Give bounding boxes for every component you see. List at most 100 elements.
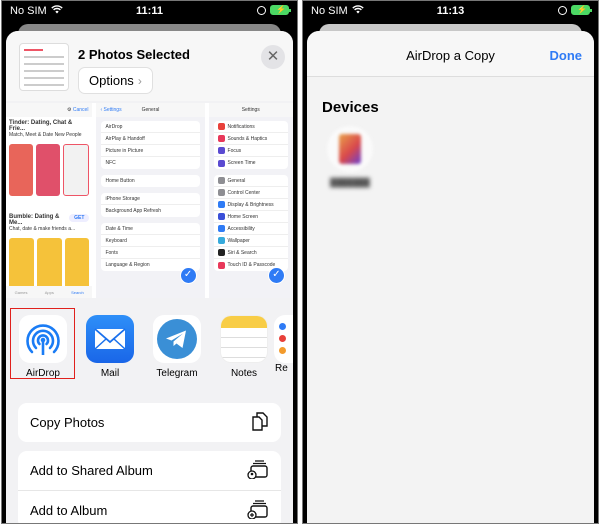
preview-general-settings-screenshot[interactable]: ‹ Settings General AirDrop AirPlay & Hando… xyxy=(96,103,205,298)
nav-title: General xyxy=(141,107,160,113)
settings-app-icon xyxy=(217,213,225,220)
share-apps-row: AirDrop Mail Telegram Notes Re xyxy=(6,299,293,399)
app-listing: GET Bumble: Dating & Me... Chat, date & ma… xyxy=(6,211,92,235)
settings-row-label: Focus xyxy=(227,147,242,154)
action-add-to-shared-album[interactable]: Add to Shared Album xyxy=(18,451,281,490)
selected-check-icon: ✓ xyxy=(179,267,197,284)
settings-group: General Control Center Display & Brightnes… xyxy=(213,175,288,271)
options-button[interactable]: Options › xyxy=(78,67,153,94)
settings-row: NFC xyxy=(105,160,116,166)
action-label: Add to Album xyxy=(30,502,108,518)
settings-app-icon xyxy=(217,147,225,154)
airdrop-device[interactable]: ███████ xyxy=(325,126,375,187)
settings-row: Home Screen xyxy=(213,211,288,223)
app-label: Re xyxy=(275,363,288,374)
settings-row: Date & Time xyxy=(101,223,200,235)
status-bar: No SIM 11:13 ⚡ xyxy=(303,1,598,23)
settings-row-label: Screen Time xyxy=(227,160,256,166)
settings-group: AirDrop AirPlay & Handoff Picture in Pictu… xyxy=(101,121,200,169)
app-subtitle: Chat, date & make friends a... xyxy=(9,226,76,232)
share-app-notes[interactable]: Notes xyxy=(214,315,274,379)
close-button[interactable]: ✕ xyxy=(261,45,285,69)
orientation-lock-icon xyxy=(558,5,567,15)
selected-check-icon: ✓ xyxy=(268,267,285,284)
tab-label: Apps xyxy=(44,289,54,295)
chevron-right-icon: › xyxy=(137,73,142,88)
app-name: Tinder: Dating, Chat & Frie... xyxy=(9,120,73,132)
settings-app-icon xyxy=(217,201,225,208)
tab-label: Search xyxy=(71,289,84,295)
settings-row-label: Siri & Search xyxy=(227,249,257,256)
action-group-copy: Copy Photos xyxy=(18,403,281,442)
settings-group: Date & Time Keyboard Fonts Language & Regio… xyxy=(101,223,200,271)
settings-row: Display & Brightness xyxy=(213,199,288,211)
app-label: Mail xyxy=(100,368,120,379)
settings-group: Notifications Sounds & Haptics Focus Screen… xyxy=(213,121,288,169)
mail-icon xyxy=(86,315,134,363)
app-label: Notes xyxy=(230,368,258,379)
settings-row: AirPlay & Handoff xyxy=(101,133,200,145)
action-add-to-album[interactable]: Add to Album xyxy=(18,490,281,523)
settings-row-label: Wallpaper xyxy=(227,237,250,244)
clock: 11:11 xyxy=(136,5,163,17)
settings-row: Background App Refresh xyxy=(105,208,162,214)
app-label: AirDrop xyxy=(26,368,60,379)
settings-row: AirDrop xyxy=(101,121,200,133)
done-button[interactable]: Done xyxy=(550,48,583,63)
settings-row: Keyboard xyxy=(101,235,200,247)
battery-charging-icon: ⚡ xyxy=(571,5,592,15)
left-phone-screen: No SIM 11:11 ⚡ 2 Photos Selected Options… xyxy=(1,0,298,524)
settings-app-icon xyxy=(217,225,225,232)
selection-title: 2 Photos Selected xyxy=(78,47,190,62)
back-link: ‹ Settings xyxy=(100,107,122,113)
settings-app-icon xyxy=(217,237,225,244)
settings-row: Home Button xyxy=(105,178,135,184)
settings-row-label: General xyxy=(227,177,246,184)
settings-row-label: Display & Brightness xyxy=(227,201,274,208)
devices-section-title: Devices xyxy=(322,99,379,116)
tab-label: Games xyxy=(14,289,28,295)
share-app-mail[interactable]: Mail xyxy=(80,315,140,379)
reminders-icon xyxy=(274,315,293,363)
action-label: Add to Shared Album xyxy=(30,463,153,478)
action-copy-photos[interactable]: Copy Photos xyxy=(18,403,281,442)
photo-previews[interactable]: ⚙ Cancel Tinder: Dating, Chat & Frie... M… xyxy=(6,103,293,298)
status-bar: No SIM 11:11 ⚡ xyxy=(2,1,297,23)
get-button: GET xyxy=(69,214,90,222)
share-sheet: 2 Photos Selected Options › ✕ ⚙ Cancel Ti… xyxy=(6,31,293,523)
settings-row-label: Control Center xyxy=(227,189,261,196)
right-phone-screen: No SIM 11:13 ⚡ AirDrop a Copy Done Devic… xyxy=(302,0,599,524)
share-app-airdrop[interactable]: AirDrop xyxy=(13,315,73,379)
clock: 11:13 xyxy=(436,5,465,17)
settings-app-icon xyxy=(217,177,225,184)
share-app-reminders[interactable]: Re xyxy=(274,315,293,374)
settings-row: Focus xyxy=(213,145,288,157)
preview-appstore-screenshot[interactable]: ⚙ Cancel Tinder: Dating, Chat & Frie... M… xyxy=(6,103,93,298)
battery-charging-icon: ⚡ xyxy=(270,5,291,15)
settings-app-icon xyxy=(217,189,225,196)
app-listing: Tinder: Dating, Chat & Frie... Match, Mee… xyxy=(6,117,92,141)
settings-row: Screen Time xyxy=(214,157,288,169)
settings-row-label: Notifications xyxy=(227,123,255,130)
settings-row: Control Center xyxy=(213,187,288,199)
settings-row: Notifications xyxy=(213,121,288,133)
settings-row: Picture in Picture xyxy=(101,145,200,157)
cancel-link: Cancel xyxy=(72,107,89,113)
close-icon: ✕ xyxy=(266,48,280,65)
preview-settings-screenshot[interactable]: Settings Notifications Sounds & Haptics Fo… xyxy=(208,103,293,298)
settings-row-label: Accessibility xyxy=(227,225,255,232)
settings-row: iPhone Storage xyxy=(101,193,200,205)
settings-group: iPhone Storage Background App Refresh xyxy=(101,193,200,217)
action-label: Copy Photos xyxy=(30,415,105,430)
device-name-blurred: ███████ xyxy=(330,178,370,187)
share-app-telegram[interactable]: Telegram xyxy=(147,315,207,379)
settings-app-icon xyxy=(217,135,225,142)
shared-album-icon xyxy=(247,459,269,482)
settings-row: Fonts xyxy=(101,247,200,259)
device-avatar xyxy=(327,126,373,172)
settings-app-icon xyxy=(217,249,225,256)
share-sheet-header: 2 Photos Selected Options › ✕ xyxy=(6,31,293,101)
settings-row: Sounds & Haptics xyxy=(213,133,288,145)
orientation-lock-icon xyxy=(257,5,266,15)
settings-row-label: Sounds & Haptics xyxy=(227,135,268,142)
